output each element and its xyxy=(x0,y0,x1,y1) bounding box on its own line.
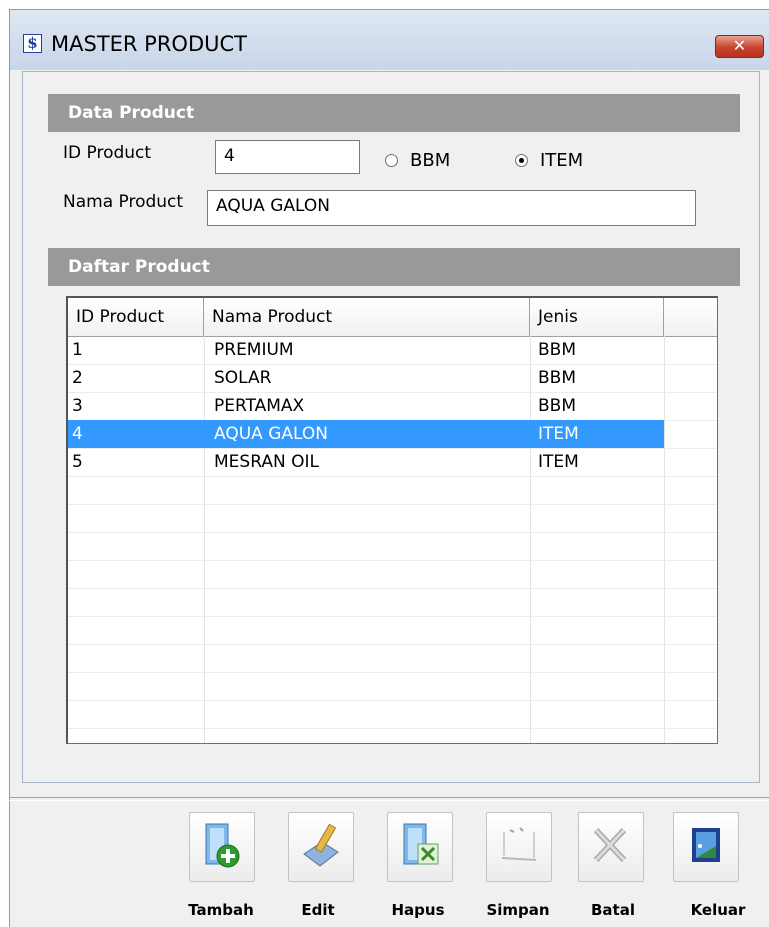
grid-row-line xyxy=(68,476,717,477)
cell-jenis: BBM xyxy=(538,340,576,360)
cell-nama: MESRAN OIL xyxy=(214,452,319,472)
grid-row-line xyxy=(68,560,717,561)
window-title: MASTER PRODUCT xyxy=(51,32,247,56)
cell-nama: AQUA GALON xyxy=(214,424,328,444)
id-product-label: ID Product xyxy=(63,143,152,163)
cell-nama: PREMIUM xyxy=(214,340,294,360)
cell-nama: SOLAR xyxy=(214,368,272,388)
table-row[interactable]: 4 AQUA GALON ITEM xyxy=(68,420,664,448)
keluar-button-label[interactable]: Keluar xyxy=(678,901,758,919)
cell-id: 3 xyxy=(72,396,83,416)
cell-id: 5 xyxy=(72,452,83,472)
grid-row-line xyxy=(68,588,717,589)
edit-button-label[interactable]: Edit xyxy=(278,901,358,919)
radio-item-dot[interactable] xyxy=(515,154,528,167)
simpan-button[interactable] xyxy=(486,812,552,882)
delete-icon xyxy=(398,820,442,875)
table-row[interactable]: 3 PERTAMAX BBM xyxy=(68,392,717,420)
table-row[interactable]: 2 SOLAR BBM xyxy=(68,364,717,392)
grid-row-line xyxy=(68,532,717,533)
id-product-input[interactable]: 4 xyxy=(215,140,360,174)
edit-button[interactable] xyxy=(288,812,354,882)
cell-id: 2 xyxy=(72,368,83,388)
title-bar[interactable]: $ MASTER PRODUCT ✕ xyxy=(10,10,769,70)
radio-bbm-dot[interactable] xyxy=(385,154,398,167)
simpan-button-label[interactable]: Simpan xyxy=(478,901,558,919)
cell-nama: PERTAMAX xyxy=(214,396,305,416)
grid-row-line xyxy=(68,644,717,645)
column-header-jenis[interactable]: Jenis xyxy=(530,298,664,336)
column-header-filler xyxy=(664,298,717,336)
cell-id: 4 xyxy=(72,424,83,444)
cell-jenis: BBM xyxy=(538,396,576,416)
tambah-button-label[interactable]: Tambah xyxy=(181,901,261,919)
cell-jenis: BBM xyxy=(538,368,576,388)
radio-bbm[interactable]: BBM xyxy=(385,150,450,171)
table-row[interactable]: 1 PREMIUM BBM xyxy=(68,336,717,364)
edit-icon xyxy=(298,820,344,875)
nama-product-input[interactable]: AQUA GALON xyxy=(207,190,696,226)
cell-id: 1 xyxy=(72,340,83,360)
column-header-nama[interactable]: Nama Product xyxy=(204,298,530,336)
save-icon xyxy=(496,820,542,875)
product-grid[interactable]: ID Product Nama Product Jenis 1 PREMIUM BB… xyxy=(66,296,718,744)
exit-icon xyxy=(686,822,726,873)
radio-item-label: ITEM xyxy=(540,150,584,171)
data-product-header: Data Product xyxy=(48,94,740,132)
grid-header: ID Product Nama Product Jenis xyxy=(68,298,717,337)
cell-jenis: ITEM xyxy=(538,452,579,472)
grid-row-line xyxy=(68,672,717,673)
radio-bbm-label: BBM xyxy=(410,150,451,171)
grid-row-line xyxy=(68,504,717,505)
hapus-button[interactable] xyxy=(387,812,453,882)
batal-button-label[interactable]: Batal xyxy=(573,901,653,919)
nama-product-label: Nama Product xyxy=(63,192,184,212)
toolbar-divider xyxy=(9,797,769,801)
hapus-button-label[interactable]: Hapus xyxy=(378,901,458,919)
tambah-button[interactable] xyxy=(189,812,255,882)
cell-jenis: ITEM xyxy=(538,424,579,444)
radio-item[interactable]: ITEM xyxy=(515,150,583,171)
cancel-icon xyxy=(588,820,634,875)
add-icon xyxy=(200,820,244,875)
daftar-product-header: Daftar Product xyxy=(48,248,740,286)
grid-row-line xyxy=(68,700,717,701)
grid-row-line xyxy=(68,616,717,617)
grid-row-line xyxy=(68,728,717,729)
app-logo-icon: $ xyxy=(23,34,42,53)
close-button[interactable]: ✕ xyxy=(715,35,764,58)
table-row[interactable]: 5 MESRAN OIL ITEM xyxy=(68,448,717,476)
keluar-button[interactable] xyxy=(673,812,739,882)
batal-button[interactable] xyxy=(578,812,644,882)
column-header-id[interactable]: ID Product xyxy=(68,298,204,336)
